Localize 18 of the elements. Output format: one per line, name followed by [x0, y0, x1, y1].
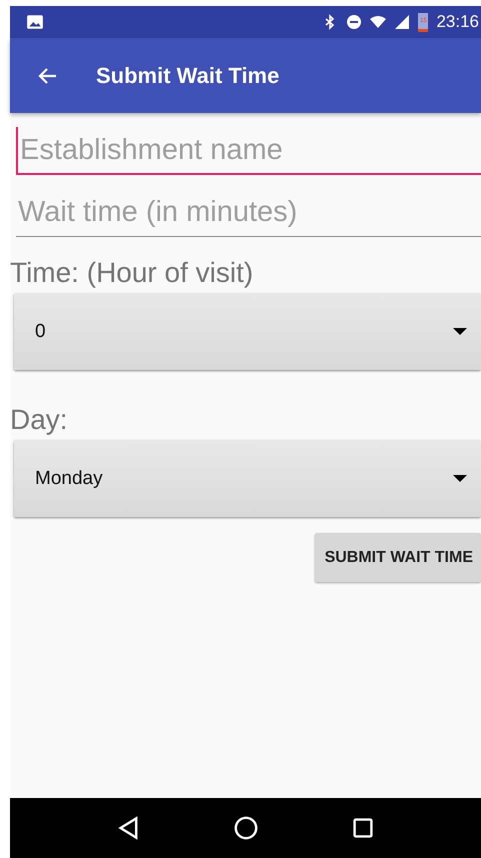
field-label: Time: (Hour of visit)	[10, 257, 254, 289]
text-input-field[interactable]: Wait time (in minutes)	[16, 189, 481, 237]
wifi-icon	[370, 14, 386, 30]
caret-icon	[453, 328, 467, 335]
text-input-field[interactable]: Establishment name	[16, 127, 481, 175]
field-label: Day:	[10, 404, 68, 436]
status-time: 23:16	[436, 12, 479, 32]
dropdown-select[interactable]: Monday	[14, 440, 481, 517]
recents-square-icon[interactable]	[350, 816, 374, 840]
toolbar-title: Submit Wait Time	[96, 62, 280, 88]
back-triangle-icon[interactable]	[116, 816, 140, 840]
do-not-disturb-icon	[346, 14, 362, 30]
dropdown-select[interactable]: 0	[14, 293, 481, 370]
image-icon	[26, 13, 44, 31]
caret-icon	[453, 475, 467, 482]
submit-button[interactable]: SUBMIT WAIT TIME	[314, 533, 481, 582]
signal-icon	[394, 14, 410, 30]
home-circle-icon[interactable]	[234, 816, 258, 840]
